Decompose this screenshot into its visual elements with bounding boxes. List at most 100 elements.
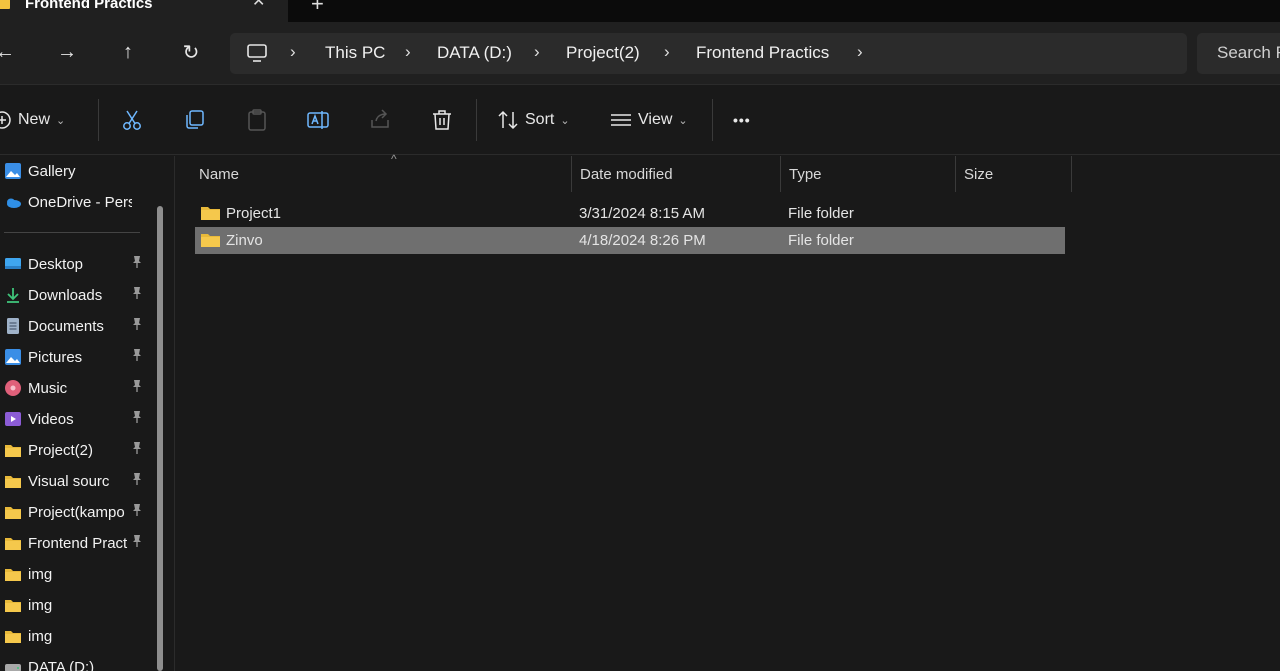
tab-strip: Frontend Practics ✕ + [0, 0, 1280, 22]
sidebar-item-label: Desktop [28, 255, 84, 273]
file-name: Project1 [226, 205, 282, 222]
forward-button[interactable]: → [54, 35, 80, 69]
paste-button[interactable] [245, 105, 269, 135]
chevron-down-icon: ⌄ [56, 114, 66, 127]
cut-button[interactable] [120, 105, 144, 135]
sidebar-item-img[interactable]: img [4, 622, 154, 650]
this-pc-icon[interactable] [246, 42, 268, 64]
sidebar-item-documents[interactable]: Documents [4, 312, 154, 340]
gallery-icon [4, 162, 22, 180]
sidebar-item-gallery[interactable]: Gallery [4, 157, 154, 185]
file-name: Zinvo [226, 232, 263, 249]
view-button[interactable]: View ⌄ [610, 105, 688, 135]
pin-icon[interactable] [131, 410, 143, 427]
see-more-button[interactable]: ••• [733, 105, 751, 135]
close-tab-icon[interactable]: ✕ [252, 0, 265, 11]
sidebar-item-img[interactable]: img [4, 591, 154, 619]
copy-button[interactable] [183, 105, 207, 135]
refresh-button[interactable]: ↻ [178, 35, 204, 69]
pin-icon[interactable] [131, 472, 143, 489]
sidebar-scrollbar[interactable] [157, 206, 163, 671]
sidebar-item-music[interactable]: Music [4, 374, 154, 402]
breadcrumb-data-d[interactable]: DATA (D:) [437, 43, 512, 63]
delete-button[interactable] [430, 105, 454, 135]
share-button[interactable] [368, 105, 392, 135]
column-date-label: Date modified [580, 165, 673, 183]
sidebar-item-data-d[interactable]: DATA (D:) [4, 653, 154, 671]
pin-icon[interactable] [131, 348, 143, 365]
pin-icon[interactable] [131, 534, 143, 551]
breadcrumb-project2[interactable]: Project(2) [566, 43, 640, 63]
pin-icon[interactable] [131, 379, 143, 396]
sidebar-item-frontend-pract[interactable]: Frontend Pract [4, 529, 154, 557]
arrow-up-icon: ↑ [123, 40, 133, 63]
column-header-name[interactable]: Name ^ [191, 152, 572, 192]
toolbar-divider [476, 99, 477, 141]
pin-icon[interactable] [131, 317, 143, 334]
sidebar-item-pictures[interactable]: Pictures [4, 343, 154, 371]
breadcrumb-separator[interactable]: › [290, 42, 296, 62]
sidebar-item-label: Downloads [28, 286, 103, 304]
file-list: Name ^ Date modified Type Size Project1 3… [174, 152, 1280, 671]
sidebar-item-label: DATA (D:) [28, 658, 95, 671]
plus-circle-icon [0, 111, 11, 129]
sidebar-item-label: Documents [28, 317, 104, 335]
folder-icon [201, 233, 220, 247]
new-button[interactable]: New ⌄ [0, 105, 65, 135]
address-bar[interactable]: › This PC › DATA (D:) › Project(2) › Fro… [230, 33, 1187, 74]
sidebar-item-visual-sourc[interactable]: Visual sourc [4, 467, 154, 495]
folder-icon [4, 565, 22, 583]
pin-icon[interactable] [131, 441, 143, 458]
refresh-icon: ↻ [182, 41, 200, 64]
search-box[interactable]: Search F [1197, 33, 1280, 74]
pin-icon[interactable] [131, 286, 143, 303]
sort-button[interactable]: Sort ⌄ [497, 105, 570, 135]
file-row[interactable]: Project1 3/31/2024 8:15 AM File folder [195, 200, 1065, 227]
breadcrumb-separator[interactable]: › [405, 42, 411, 62]
arrow-left-icon: ← [0, 40, 15, 63]
folder-icon [4, 596, 22, 614]
new-tab-button[interactable]: + [311, 0, 324, 17]
column-header-type[interactable]: Type [781, 156, 956, 192]
rename-icon [307, 111, 329, 129]
toolbar-divider [712, 99, 713, 141]
breadcrumb-separator[interactable]: › [534, 42, 540, 62]
clipboard-icon [248, 109, 266, 131]
view-list-icon [611, 114, 631, 126]
pin-icon[interactable] [131, 255, 143, 272]
breadcrumb-this-pc[interactable]: This PC [325, 43, 385, 63]
sidebar-item-project-2[interactable]: Project(2) [4, 436, 154, 464]
sidebar-item-label: Visual sourc [28, 472, 110, 490]
sidebar-item-label: Project(kampo [28, 503, 125, 521]
tab-frontend-practics[interactable]: Frontend Practics ✕ [0, 0, 288, 22]
sidebar-item-project-kampo[interactable]: Project(kampo [4, 498, 154, 526]
up-button[interactable]: ↑ [115, 35, 141, 69]
breadcrumb-separator[interactable]: › [664, 42, 670, 62]
column-size-label: Size [964, 165, 994, 183]
breadcrumb-frontend-practics[interactable]: Frontend Practics [696, 43, 829, 63]
breadcrumb-separator[interactable]: › [857, 42, 863, 62]
file-row[interactable]: Zinvo 4/18/2024 8:26 PM File folder [195, 227, 1065, 254]
sidebar-item-desktop[interactable]: Desktop [4, 250, 154, 278]
sidebar-item-img[interactable]: img [4, 560, 154, 588]
column-header-date-modified[interactable]: Date modified [572, 156, 781, 192]
sidebar-item-videos[interactable]: Videos [4, 405, 154, 433]
file-type: File folder [788, 205, 854, 222]
rename-button[interactable] [306, 105, 330, 135]
column-header-size[interactable]: Size [956, 156, 1072, 192]
arrow-right-icon: → [57, 40, 77, 63]
more-options-icon: ••• [733, 112, 751, 128]
sort-icon [498, 110, 518, 130]
documents-icon [4, 317, 22, 335]
sidebar-item-onedrive-persor[interactable]: OneDrive - Persor [4, 188, 154, 216]
pin-icon[interactable] [131, 503, 143, 520]
toolbar-divider [98, 99, 99, 141]
tab-title: Frontend Practics [25, 0, 153, 12]
back-button[interactable]: ← [0, 35, 18, 69]
new-label: New [18, 111, 51, 128]
drive-icon [4, 658, 22, 671]
folder-icon [0, 0, 10, 9]
sidebar-item-downloads[interactable]: Downloads [4, 281, 154, 309]
videos-icon [4, 410, 22, 428]
music-icon [4, 379, 22, 397]
